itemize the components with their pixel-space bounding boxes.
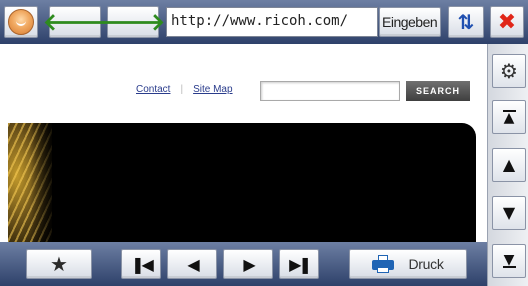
home-button[interactable] [4, 6, 38, 38]
bookmark-button[interactable]: ★ [26, 249, 92, 279]
last-page-button[interactable]: ▶❚ [279, 249, 319, 279]
close-button[interactable]: ✖ [490, 6, 524, 38]
forward-button[interactable]: 🡒 [101, 6, 165, 38]
top-toolbar: 🡐 🡒 http://www.ricoh.com/ Eingeben ⇅ ✖ [0, 0, 528, 44]
site-search-button[interactable]: SEARCH [406, 81, 470, 101]
hero-banner [8, 123, 476, 242]
print-button-label: Druck [408, 256, 444, 272]
settings-button[interactable]: ⚙ [492, 54, 526, 88]
app-logo-icon [8, 9, 34, 35]
search-button-label: SEARCH [415, 86, 460, 96]
sitemap-link[interactable]: Site Map [193, 84, 232, 95]
arrow-left-icon: 🡐 [42, 8, 108, 36]
scroll-bottom-icon: ▼ [502, 252, 516, 268]
header-links: Contact | Site Map [136, 84, 233, 95]
skip-back-icon: ❚◀ [131, 254, 154, 274]
scroll-top-icon: ▲ [502, 110, 516, 126]
gear-icon: ⚙ [500, 59, 518, 83]
first-page-button[interactable]: ❚◀ [121, 249, 161, 279]
reload-button[interactable]: ⇅ [448, 6, 484, 38]
close-icon: ✖ [497, 9, 517, 35]
enter-button-label: Eingeben [382, 14, 438, 30]
link-separator: | [180, 84, 184, 95]
previous-button[interactable]: ◀ [167, 249, 217, 279]
back-button[interactable]: 🡐 [43, 6, 107, 38]
url-input[interactable]: http://www.ricoh.com/ [166, 7, 378, 37]
skip-forward-icon: ▶❚ [289, 254, 312, 274]
bottom-toolbar: ★ ❚◀ ◀ ▶ ▶❚ Druck [0, 242, 487, 286]
previous-icon: ◀ [187, 254, 199, 274]
scroll-down-icon: ▼ [502, 203, 516, 222]
print-button[interactable]: Druck [349, 249, 467, 279]
side-panel: ⚙ ▲ ▲ ▼ ▼ [487, 44, 528, 286]
scroll-up-button[interactable]: ▲ [492, 148, 526, 182]
next-icon: ▶ [243, 254, 255, 274]
web-content: Contact | Site Map SEARCH [0, 44, 487, 242]
printer-icon [372, 255, 395, 273]
reload-icon: ⇅ [457, 10, 475, 34]
next-button[interactable]: ▶ [223, 249, 273, 279]
site-search-input[interactable] [260, 81, 400, 101]
scroll-top-button[interactable]: ▲ [492, 100, 526, 134]
enter-button[interactable]: Eingeben [379, 7, 441, 37]
scroll-bottom-button[interactable]: ▼ [492, 244, 526, 278]
scroll-up-icon: ▲ [502, 155, 516, 174]
contact-link[interactable]: Contact [136, 84, 170, 95]
hero-image [8, 123, 56, 242]
star-icon: ★ [50, 252, 68, 276]
scroll-down-button[interactable]: ▼ [492, 196, 526, 230]
browser-window: 🡐 🡒 http://www.ricoh.com/ Eingeben ⇅ ✖ C… [0, 0, 528, 286]
arrow-right-icon: 🡒 [100, 8, 166, 36]
